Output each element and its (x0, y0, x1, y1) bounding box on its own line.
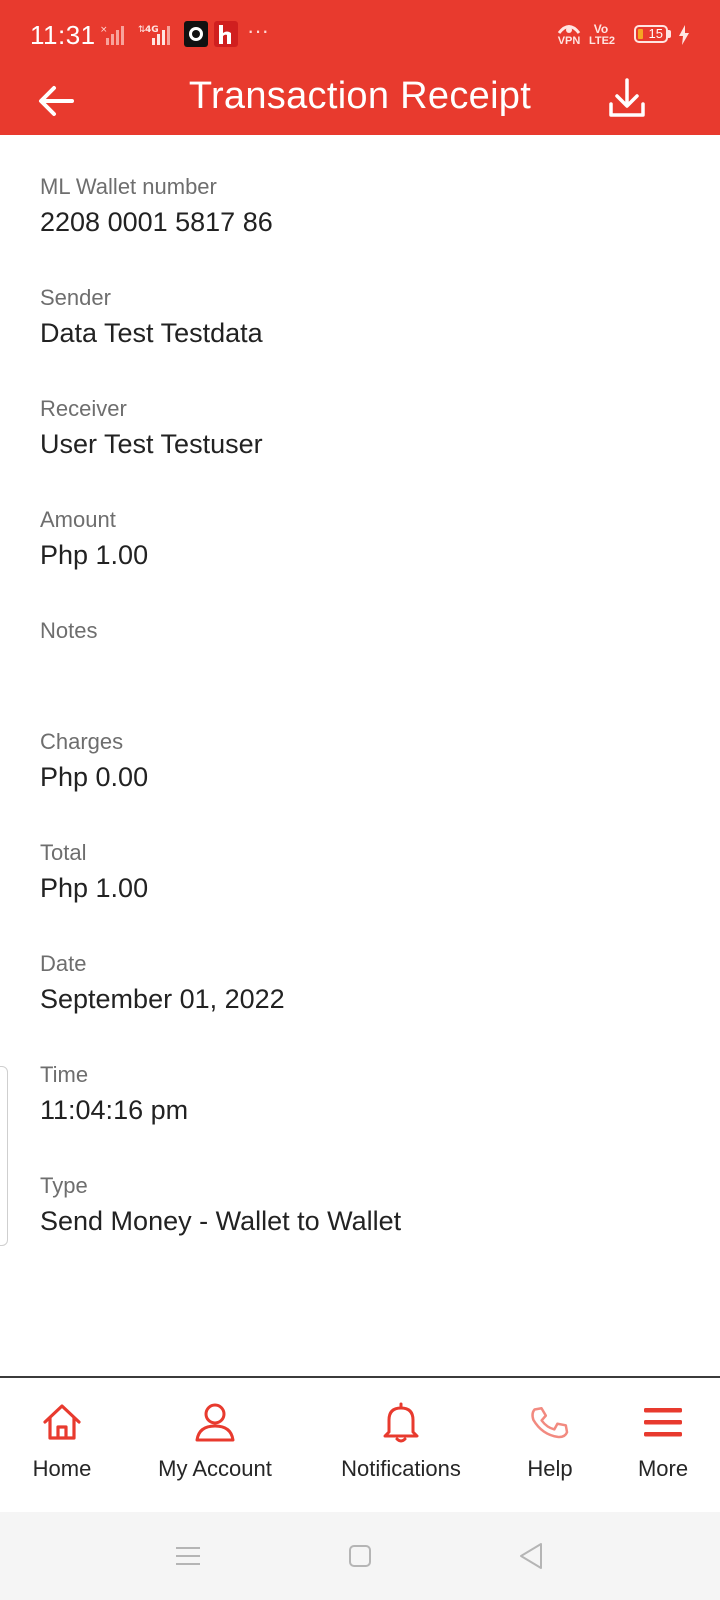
charging-bolt-icon (679, 25, 689, 45)
field-value: Data Test Testdata (40, 318, 263, 348)
nav-my-account[interactable]: My Account (142, 1378, 288, 1514)
nav-my-account-label: My Account (158, 1456, 272, 1481)
receipt-field-time: Time 11:04:16 pm (40, 1058, 680, 1169)
svg-text:4G: 4G (145, 25, 159, 35)
vpn-label: VPN (557, 35, 581, 47)
field-label: ML Wallet number (40, 174, 217, 199)
home-icon (43, 1404, 81, 1440)
back-triangle-icon[interactable] (518, 1542, 544, 1570)
receipt-field-type: Type Send Money - Wallet to Wallet (40, 1169, 680, 1280)
app-notification-icon (184, 21, 208, 47)
field-label: Time (40, 1062, 89, 1087)
lte-label: LTE2 (588, 35, 616, 47)
battery-percent: 15 (648, 26, 663, 41)
nav-home-label: Home (32, 1456, 92, 1481)
system-navigation-bar (0, 1512, 720, 1600)
field-label: Sender (40, 285, 111, 310)
status-time: 11:31 (30, 20, 96, 50)
signal-icon: × (100, 25, 124, 45)
bell-icon (383, 1402, 419, 1443)
field-label: Charges (40, 729, 124, 754)
field-value (40, 648, 680, 684)
field-label: Amount (40, 507, 116, 532)
signal-4g-icon: ⇅ 4G (138, 25, 170, 45)
bottom-navigation: Home My Account Notifications Help More (0, 1376, 720, 1514)
download-button[interactable] (602, 74, 652, 124)
home-square-icon[interactable] (348, 1544, 372, 1568)
nav-home[interactable]: Home (14, 1378, 110, 1514)
svg-text:×: × (100, 25, 108, 35)
receipt-field-total: Total Php 1.00 (40, 836, 680, 947)
edge-panel-handle[interactable] (0, 1066, 8, 1246)
battery-tip (668, 30, 671, 38)
field-value: Php 0.00 (40, 762, 149, 792)
recent-apps-icon[interactable] (175, 1544, 201, 1568)
battery-level-fill (638, 29, 643, 39)
field-label: Date (40, 951, 87, 976)
field-label: Total (40, 840, 87, 865)
field-label: Type (40, 1173, 88, 1198)
app-header: Transaction Receipt (0, 70, 720, 135)
field-label: Notes (40, 618, 98, 643)
field-value: Php 1.00 (40, 540, 149, 570)
volte-label: Vo (593, 22, 609, 36)
receipt-field-receiver: Receiver User Test Testuser (40, 392, 680, 503)
nav-notifications-label: Notifications (341, 1456, 461, 1481)
phone-icon (531, 1407, 569, 1439)
field-value: User Test Testuser (40, 429, 263, 459)
menu-icon (644, 1408, 682, 1437)
field-value: 2208 0001 5817 86 (40, 207, 273, 237)
field-value: Php 1.00 (40, 873, 149, 903)
nav-help-label: Help (527, 1456, 573, 1481)
receipt-details: ML Wallet number 2208 0001 5817 86 Sende… (40, 170, 680, 1280)
battery-indicator: 15 (634, 25, 668, 43)
receipt-field-notes: Notes (40, 614, 680, 725)
user-icon (195, 1403, 235, 1442)
receipt-field-sender: Sender Data Test Testdata (40, 281, 680, 392)
field-value: Send Money - Wallet to Wallet (40, 1206, 402, 1236)
field-value: 11:04:16 pm (40, 1095, 189, 1125)
receipt-field-amount: Amount Php 1.00 (40, 503, 680, 614)
nav-notifications[interactable]: Notifications (325, 1378, 477, 1514)
nav-more[interactable]: More (618, 1378, 708, 1514)
app-top-bar: 11:31 × ⇅ 4G ··· VPN Vo LTE2 15 Transact… (0, 0, 720, 135)
field-value: September 01, 2022 (40, 984, 285, 1014)
receipt-field-wallet-number: ML Wallet number 2208 0001 5817 86 (40, 170, 680, 281)
nav-help[interactable]: Help (505, 1378, 595, 1514)
status-bar: 11:31 × ⇅ 4G ··· VPN Vo LTE2 15 (0, 0, 720, 70)
nav-more-label: More (637, 1456, 689, 1481)
h-app-notification-icon (214, 21, 238, 47)
vpn-key-icon (557, 25, 581, 34)
download-icon (609, 78, 645, 117)
field-label: Receiver (40, 396, 127, 421)
receipt-field-date: Date September 01, 2022 (40, 947, 680, 1058)
receipt-field-charges: Charges Php 0.00 (40, 725, 680, 836)
more-notifications-dots: ··· (247, 18, 269, 43)
